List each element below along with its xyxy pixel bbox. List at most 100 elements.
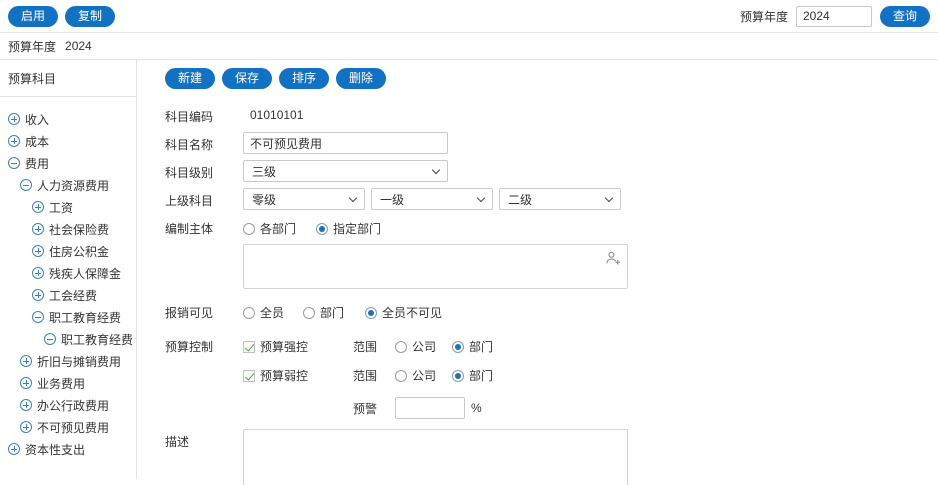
tree-item-label: 人力资源费用 [37,177,109,194]
plus-circle-icon[interactable] [8,135,20,147]
strong-control-checkbox[interactable]: 预算强控 [243,338,353,355]
tree-item-cost[interactable]: 成本 [0,130,136,152]
delete-button[interactable]: 删除 [336,68,386,89]
tree-item-label: 成本 [25,133,49,150]
minus-circle-icon[interactable] [32,311,44,323]
radio-option-all-departments[interactable]: 各部门 [243,220,296,237]
radio-option-department[interactable]: 部门 [303,304,365,321]
plus-circle-icon[interactable] [32,245,44,257]
plus-circle-icon[interactable] [32,201,44,213]
description-textarea[interactable] [243,429,628,485]
subject-level-selected-value: 三级 [252,163,276,180]
plus-circle-icon[interactable] [20,399,32,411]
radio-option-label: 全员 [260,304,284,321]
subject-tree: 收入 成本 费用 人力资源费用 工资 社会保险费 住房公积金 残疾人保障金 工会… [0,97,136,460]
subject-level-select[interactable]: 三级 [243,160,448,182]
tree-item-unforeseen-expense[interactable]: 不可预见费用 [0,416,136,438]
tree-item-capital-expenditure[interactable]: 资本性支出 [0,438,136,460]
plus-circle-icon[interactable] [20,421,32,433]
add-person-icon[interactable] [605,250,621,269]
plus-circle-icon[interactable] [8,443,20,455]
radio-icon[interactable] [395,370,407,382]
plus-circle-icon[interactable] [20,355,32,367]
enable-button[interactable]: 启用 [8,6,58,27]
weak-control-checkbox[interactable]: 预算弱控 [243,367,353,384]
new-button[interactable]: 新建 [165,68,215,89]
tree-item-hr-expense[interactable]: 人力资源费用 [0,174,136,196]
parent-level1-selected-value: 一级 [380,191,404,208]
minus-circle-icon[interactable] [8,157,20,169]
tree-item-business-expense[interactable]: 业务费用 [0,372,136,394]
radio-selected-icon[interactable] [365,307,377,319]
tree-item-label: 折旧与摊销费用 [37,353,121,370]
radio-option-company[interactable]: 公司 [395,338,436,355]
subject-code-label: 科目编码 [165,104,243,125]
tree-item-label: 不可预见费用 [37,419,109,436]
tree-item-disability-fund[interactable]: 残疾人保障金 [0,262,136,284]
radio-selected-icon[interactable] [452,341,464,353]
tree-item-social-insurance[interactable]: 社会保险费 [0,218,136,240]
radio-option-label: 各部门 [260,220,296,237]
radio-option-everyone[interactable]: 全员 [243,304,303,321]
radio-option-label: 指定部门 [333,220,381,237]
warning-threshold-input[interactable] [395,397,465,419]
designated-department-picker[interactable] [243,244,628,289]
copy-button[interactable]: 复制 [65,6,115,27]
chevron-down-icon [349,193,357,201]
checkbox-label: 预算弱控 [260,367,308,384]
subject-level-label: 科目级别 [165,160,243,181]
top-toolbar: 启用 复制 预算年度 查询 [0,0,938,33]
plus-circle-icon[interactable] [32,289,44,301]
radio-option-designated-departments[interactable]: 指定部门 [316,220,381,237]
plus-circle-icon[interactable] [32,267,44,279]
save-button[interactable]: 保存 [222,68,272,89]
radio-icon[interactable] [243,223,255,235]
checkbox-checked-icon[interactable] [243,370,255,382]
subject-code-value: 01010101 [243,104,303,122]
budget-year-summary-label: 预算年度 [8,38,56,55]
query-button[interactable]: 查询 [880,6,930,27]
parent-level2-select[interactable]: 二级 [499,188,621,210]
radio-option-company[interactable]: 公司 [395,367,436,384]
sidebar-title: 预算科目 [0,60,136,97]
tree-item-label: 费用 [25,155,49,172]
budget-control-label: 预算控制 [165,334,243,355]
plus-circle-icon[interactable] [32,223,44,235]
minus-circle-icon[interactable] [20,179,32,191]
scope-label: 范围 [353,367,395,384]
checkbox-label: 预算强控 [260,338,308,355]
tree-item-union-fund[interactable]: 工会经费 [0,284,136,306]
tree-item-income[interactable]: 收入 [0,108,136,130]
radio-selected-icon[interactable] [316,223,328,235]
minus-circle-icon[interactable] [44,333,56,345]
radio-option-department[interactable]: 部门 [452,367,493,384]
radio-selected-icon[interactable] [452,370,464,382]
sort-button[interactable]: 排序 [279,68,329,89]
budget-year-summary-value: 2024 [65,39,92,53]
budget-year-input[interactable] [796,6,872,27]
subject-name-label: 科目名称 [165,132,243,153]
plus-circle-icon[interactable] [20,377,32,389]
parent-subject-label: 上级科目 [165,188,243,209]
radio-icon[interactable] [395,341,407,353]
tree-item-salary[interactable]: 工资 [0,196,136,218]
checkbox-checked-icon[interactable] [243,341,255,353]
tree-item-staff-education[interactable]: 职工教育经费 [0,306,136,328]
tree-item-housing-fund[interactable]: 住房公积金 [0,240,136,262]
plus-circle-icon[interactable] [8,113,20,125]
tree-item-label: 职工教育经费 [61,331,133,348]
parent-level0-select[interactable]: 零级 [243,188,365,210]
warning-threshold-label: 预警 [353,400,395,417]
tree-item-depreciation[interactable]: 折旧与摊销费用 [0,350,136,372]
parent-level1-select[interactable]: 一级 [371,188,493,210]
radio-option-department[interactable]: 部门 [452,338,493,355]
radio-icon[interactable] [303,307,315,319]
tree-item-label: 社会保险费 [49,221,109,238]
radio-icon[interactable] [243,307,255,319]
subject-name-input[interactable] [243,132,448,154]
tree-item-staff-education-child[interactable]: 职工教育经费 [0,328,136,350]
tree-item-expense[interactable]: 费用 [0,152,136,174]
radio-option-label: 部门 [469,367,493,384]
tree-item-office-admin-expense[interactable]: 办公行政费用 [0,394,136,416]
radio-option-hidden-from-all[interactable]: 全员不可见 [365,304,442,321]
